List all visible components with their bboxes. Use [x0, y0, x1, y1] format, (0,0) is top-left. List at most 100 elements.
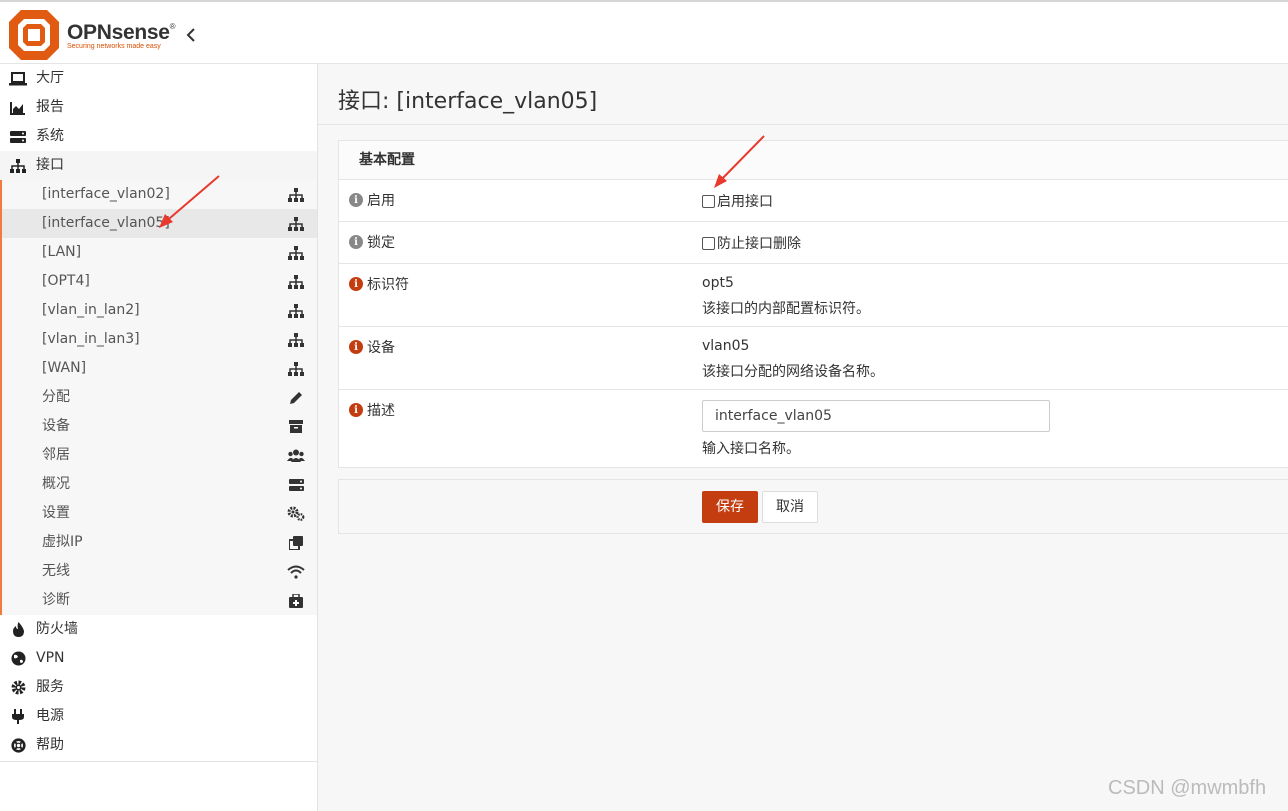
submenu-item-label: [LAN] — [42, 244, 82, 260]
sidebar-item-label: 系统 — [36, 128, 64, 144]
info-icon[interactable]: i — [349, 235, 363, 249]
checkbox-box[interactable] — [702, 236, 715, 250]
submenu-item-label: 设置 — [42, 505, 70, 521]
device-value: vlan05 — [702, 338, 750, 354]
submenu-item-overview[interactable]: 概况 — [2, 470, 317, 499]
submenu-item-neighbors[interactable]: 邻居 — [2, 441, 317, 470]
submenu-item-wan[interactable]: [WAN] — [2, 354, 317, 383]
description-label: i 描述 — [349, 400, 395, 420]
enable-row: i 启用 启用接口 — [339, 180, 1288, 222]
submenu-item-opt4[interactable]: [OPT4] — [2, 267, 317, 296]
life-ring-icon — [9, 738, 27, 754]
info-icon[interactable]: i — [349, 340, 363, 354]
submenu-item-lan[interactable]: [LAN] — [2, 238, 317, 267]
submenu-item-interface-vlan05[interactable]: [interface_vlan05] — [2, 209, 317, 238]
info-icon[interactable]: i — [349, 193, 363, 207]
sitemap-icon — [287, 244, 305, 261]
sidebar-item-label: 接口 — [36, 157, 64, 173]
submenu-item-vlan-in-lan3[interactable]: [vlan_in_lan3] — [2, 325, 317, 354]
identifier-label: i 标识符 — [349, 274, 409, 294]
sitemap-icon — [287, 186, 305, 203]
identifier-value: opt5 — [702, 275, 734, 291]
enable-interface-checkbox[interactable]: 启用接口 — [702, 191, 773, 211]
submenu-item-label: 诊断 — [42, 592, 70, 608]
identifier-row: i 标识符 opt5 该接口的内部配置标识符。 — [339, 264, 1288, 327]
sidebar: 大厅 报告 系统 接口 [interface_vlan02] [interfac… — [0, 64, 318, 811]
lock-label-text: 锁定 — [367, 235, 395, 251]
page-title: 接口: [interface_vlan05] — [338, 89, 598, 114]
sidebar-item-label: 大厅 — [36, 70, 64, 86]
main-content: 接口: [interface_vlan05] 基本配置 i 启用 启用接口 i … — [318, 64, 1288, 811]
sidebar-item-help[interactable]: 帮助 — [0, 731, 317, 760]
submenu-item-label: 概况 — [42, 476, 70, 492]
sidebar-item-lobby[interactable]: 大厅 — [0, 64, 317, 93]
chevron-left-icon[interactable] — [183, 26, 199, 44]
panel-heading: 基本配置 — [339, 141, 1288, 180]
wifi-icon — [287, 563, 305, 580]
sidebar-item-label: 帮助 — [36, 737, 64, 753]
info-icon[interactable]: i — [349, 277, 363, 291]
sidebar-item-vpn[interactable]: VPN — [0, 644, 317, 673]
brand-tagline: Securing networks made easy — [67, 43, 161, 50]
submenu-item-label: [vlan_in_lan2] — [42, 302, 140, 318]
cancel-button[interactable]: 取消 — [762, 491, 818, 523]
interfaces-submenu: [interface_vlan02] [interface_vlan05] [L… — [0, 180, 317, 615]
sidebar-item-label: 服务 — [36, 679, 64, 695]
submenu-item-assignments[interactable]: 分配 — [2, 383, 317, 412]
submenu-item-wireless[interactable]: 无线 — [2, 557, 317, 586]
fire-icon — [9, 622, 27, 638]
sidebar-item-reporting[interactable]: 报告 — [0, 93, 317, 122]
device-label-text: 设备 — [367, 340, 395, 356]
sidebar-item-label: 防火墙 — [36, 621, 78, 637]
enable-checkbox-label[interactable]: 启用接口 — [717, 191, 773, 211]
submenu-item-label: [WAN] — [42, 360, 87, 376]
page-title-bar: 接口: [interface_vlan05] — [318, 64, 1288, 125]
submenu-item-diagnostics[interactable]: 诊断 — [2, 586, 317, 615]
description-hint: 输入接口名称。 — [702, 441, 800, 457]
submenu-item-label: 虚拟IP — [42, 534, 83, 550]
enable-label: i 启用 — [349, 190, 395, 210]
sidebar-item-interfaces[interactable]: 接口 — [0, 151, 317, 180]
submenu-item-label: 分配 — [42, 389, 70, 405]
submenu-item-devices[interactable]: 设备 — [2, 412, 317, 441]
top-header: OPNsense® Securing networks made easy — [0, 2, 1288, 64]
lock-checkbox-label[interactable]: 防止接口删除 — [717, 233, 801, 253]
submenu-item-virtual-ips[interactable]: 虚拟IP — [2, 528, 317, 557]
description-input[interactable]: interface_vlan05 — [702, 400, 1050, 432]
device-row: i 设备 vlan05 该接口分配的网络设备名称。 — [339, 327, 1288, 390]
form-actions: 保存 取消 — [338, 479, 1288, 534]
sidebar-item-system[interactable]: 系统 — [0, 122, 317, 151]
submenu-item-label: 无线 — [42, 563, 70, 579]
laptop-icon — [9, 71, 27, 87]
cogs-icon — [287, 505, 305, 522]
save-button[interactable]: 保存 — [702, 491, 758, 523]
lock-label: i 锁定 — [349, 232, 395, 252]
sitemap-icon — [287, 302, 305, 319]
submenu-item-settings[interactable]: 设置 — [2, 499, 317, 528]
archive-icon — [287, 418, 305, 435]
server-icon — [287, 476, 305, 493]
medkit-icon — [287, 592, 305, 609]
submenu-item-interface-vlan02[interactable]: [interface_vlan02] — [2, 180, 317, 209]
submenu-item-label: [interface_vlan02] — [42, 186, 170, 202]
device-label: i 设备 — [349, 337, 395, 357]
sitemap-icon — [287, 273, 305, 290]
brand-name: OPNsense® — [67, 21, 176, 44]
submenu-item-label: 邻居 — [42, 447, 70, 463]
submenu-item-vlan-in-lan2[interactable]: [vlan_in_lan2] — [2, 296, 317, 325]
sidebar-item-label: 电源 — [36, 708, 64, 724]
sidebar-item-firewall[interactable]: 防火墙 — [0, 615, 317, 644]
identifier-label-text: 标识符 — [367, 277, 409, 293]
globe-icon — [9, 651, 27, 667]
prevent-deletion-checkbox[interactable]: 防止接口删除 — [702, 233, 801, 253]
sitemap-icon — [287, 331, 305, 348]
server-icon — [9, 129, 27, 145]
sidebar-item-services[interactable]: 服务 — [0, 673, 317, 702]
info-icon[interactable]: i — [349, 403, 363, 417]
area-chart-icon — [9, 100, 27, 116]
description-label-text: 描述 — [367, 403, 395, 419]
sitemap-icon — [9, 158, 27, 174]
checkbox-box[interactable] — [702, 194, 715, 208]
sidebar-divider — [0, 761, 318, 762]
sidebar-item-power[interactable]: 电源 — [0, 702, 317, 731]
